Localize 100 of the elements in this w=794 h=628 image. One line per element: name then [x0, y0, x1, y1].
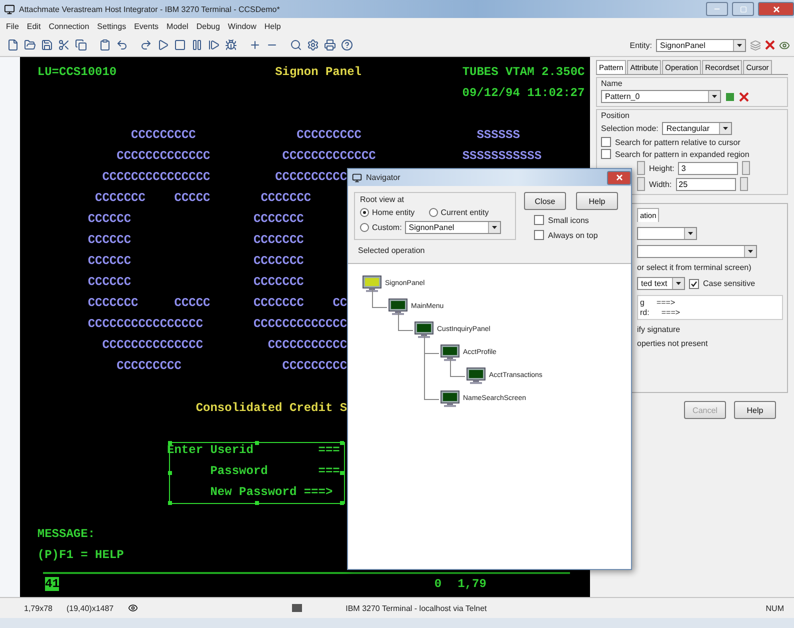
group-title: Root view at	[360, 195, 406, 204]
close-button[interactable]	[607, 170, 631, 184]
delete-icon[interactable]	[765, 40, 775, 50]
spinner[interactable]	[742, 161, 750, 175]
checkbox[interactable]	[534, 230, 544, 240]
terminal-text: CCCCCC	[88, 254, 132, 268]
maximize-button[interactable]	[732, 2, 754, 16]
match-select[interactable]: ted text	[637, 277, 685, 290]
checkbox-label: Search for pattern in expanded region	[615, 150, 750, 158]
copy-icon[interactable]	[74, 38, 88, 52]
tree-connector	[372, 289, 387, 308]
folder-icon[interactable]	[23, 38, 37, 52]
terminal-text: 09/12/94 11:02:27	[462, 86, 585, 100]
file-icon[interactable]	[6, 38, 20, 52]
checkbox-label: Case sensitive	[703, 279, 756, 288]
menu-item[interactable]: Window	[228, 22, 256, 30]
screen-icon	[466, 366, 486, 384]
search-icon[interactable]	[289, 38, 303, 52]
spinner[interactable]	[740, 177, 748, 191]
play-icon[interactable]	[156, 38, 170, 52]
dropdown-caret-icon	[723, 127, 728, 130]
pattern-icon[interactable]	[725, 92, 735, 102]
menu-item[interactable]: Edit	[26, 22, 41, 30]
dialog-button[interactable]: Help	[734, 401, 776, 419]
menu-item[interactable]: Events	[134, 22, 159, 30]
properties-icon[interactable]	[779, 40, 790, 50]
field-label: Height:	[649, 164, 674, 172]
dialog-button[interactable]: Close	[524, 192, 566, 210]
entity-select[interactable]: SignonPanel	[656, 38, 746, 52]
resize-handle[interactable]	[340, 501, 344, 505]
custom-entity-select[interactable]: SignonPanel	[404, 221, 501, 234]
terminal-text: CCCCCCC	[95, 191, 146, 205]
checkbox-label: Search for pattern relative to cursor	[615, 138, 740, 146]
width-field[interactable]: 25	[676, 178, 736, 190]
terminal-text: CCCCCCC	[88, 296, 138, 310]
menu-item[interactable]: Debug	[196, 22, 220, 30]
terminal-text: CCCCCCC	[253, 275, 304, 289]
dialog-button[interactable]: Help	[576, 192, 618, 210]
delete-icon[interactable]	[739, 92, 749, 102]
close-icon	[616, 174, 622, 181]
terminal-text: CCCCCCCCCCCCCCCC	[88, 317, 204, 331]
terminal-text: (P)F1 = HELP	[37, 548, 124, 562]
resize-handle[interactable]	[255, 441, 259, 445]
resize-handle[interactable]	[255, 501, 259, 505]
resize-handle[interactable]	[168, 471, 172, 475]
selection-rectangle[interactable]	[169, 442, 345, 504]
dropdown[interactable]	[637, 245, 757, 258]
checkbox[interactable]	[601, 149, 611, 159]
resize-handle[interactable]	[340, 471, 344, 475]
radio-button[interactable]	[428, 208, 438, 217]
save-icon[interactable]	[40, 38, 54, 52]
spinner[interactable]	[637, 161, 645, 175]
layers-icon[interactable]	[750, 40, 761, 50]
tree-connector	[398, 312, 413, 331]
menu-item[interactable]: File	[6, 22, 19, 30]
radio-button[interactable]	[360, 223, 369, 232]
radio-button[interactable]	[360, 208, 369, 217]
minimize-button[interactable]	[706, 2, 728, 16]
terminal-text: SSSSSSSSSSS	[462, 149, 542, 163]
menu-item[interactable]: Connection	[48, 22, 90, 30]
terminal-text: CCCCCCC	[253, 254, 304, 268]
checkbox[interactable]	[601, 137, 611, 147]
terminal-text: CCCCCC	[88, 212, 132, 226]
menu-item[interactable]: Help	[264, 22, 281, 30]
terminal-text: Consolidated Credit S	[196, 401, 348, 415]
terminal-text: MESSAGE:	[37, 527, 96, 541]
menu-item[interactable]: Model	[166, 22, 188, 30]
resize-handle[interactable]	[340, 441, 344, 445]
clipboard-icon[interactable]	[98, 38, 112, 52]
close-button[interactable]	[758, 2, 794, 16]
settings-icon[interactable]	[306, 38, 320, 52]
height-field[interactable]: 3	[678, 162, 738, 174]
pattern-select[interactable]: Pattern_0	[601, 90, 721, 103]
help-icon[interactable]	[340, 38, 354, 52]
pause-icon[interactable]	[190, 38, 204, 52]
window-title: Attachmate Verastream Host Integrator - IBM 3270 Terminal - CCSDemo*	[19, 4, 281, 14]
scissors-icon[interactable]	[57, 38, 71, 52]
dropdown[interactable]	[637, 227, 697, 240]
resize-handle[interactable]	[168, 501, 172, 505]
spinner[interactable]	[637, 177, 645, 191]
menu-item[interactable]: Settings	[97, 22, 126, 30]
checkbox[interactable]	[534, 215, 544, 225]
terminal-text: CCCCCCC	[253, 212, 304, 226]
undo-icon[interactable]	[115, 38, 129, 52]
printer-icon[interactable]	[323, 38, 337, 52]
maximize-icon	[740, 6, 746, 12]
selection-mode-select[interactable]: Rectangular	[662, 122, 732, 135]
status-indicator: 0	[434, 577, 442, 591]
option-text: ify signature	[637, 325, 682, 334]
checkbox[interactable]	[689, 278, 699, 288]
pattern-list[interactable]: g ===> rd: ===>	[637, 295, 783, 320]
cursor-indicator: 41	[45, 577, 60, 591]
terminal-text: Password	[210, 464, 268, 478]
step-icon[interactable]	[207, 38, 221, 52]
window-icon	[352, 172, 362, 182]
screen-icon	[440, 344, 460, 362]
redo-icon[interactable]	[139, 38, 153, 52]
bug-icon[interactable]	[224, 38, 238, 52]
stop-icon[interactable]	[173, 38, 187, 52]
plus-icon[interactable]	[248, 38, 262, 52]
